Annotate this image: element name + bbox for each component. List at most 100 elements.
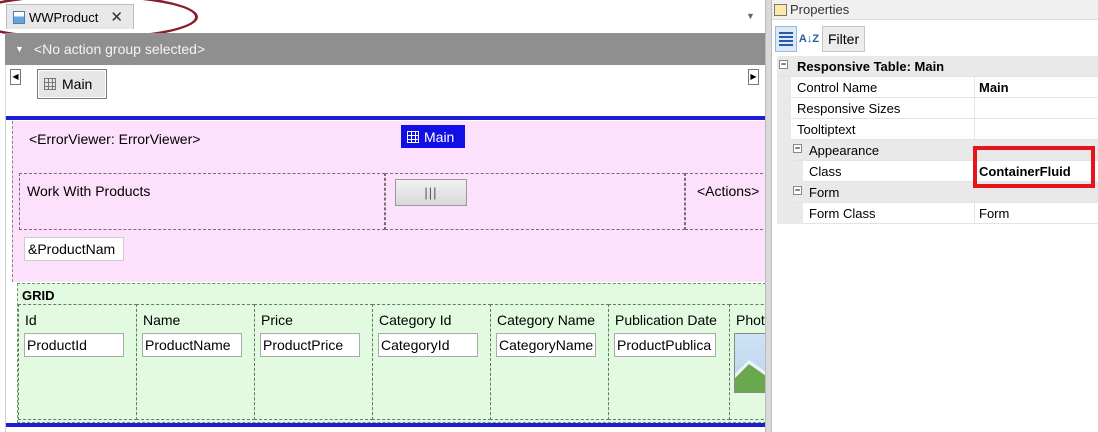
property-name: Class <box>809 164 842 179</box>
grid-column-category-id[interactable]: Category Id CategoryId <box>372 304 491 420</box>
design-canvas: <ErrorViewer: ErrorViewer> Main Work Wit… <box>5 115 768 432</box>
properties-toolbar: A↓Z Filter <box>772 24 1098 54</box>
grid-column-header: Publication Date <box>615 312 717 328</box>
row-gutter <box>777 140 791 161</box>
error-viewer-control[interactable]: <ErrorViewer: ErrorViewer> <box>29 131 200 147</box>
row-gutter <box>791 203 803 224</box>
grid-control[interactable]: GRID Id ProductId Name ProductName Price… <box>17 283 768 423</box>
grid-column-id[interactable]: Id ProductId <box>18 304 137 420</box>
grid-column-header: Photo <box>736 312 768 328</box>
grid-column-header: Id <box>25 312 37 328</box>
property-row-class[interactable]: Class ContainerFluid <box>777 161 1098 182</box>
document-tab-label: WWProduct <box>29 9 99 25</box>
grid-column-header: Category Name <box>497 312 596 328</box>
designer-pane: WWProduct ✕ ▼ ▼ <No action group selecte… <box>0 0 768 432</box>
property-name: Control Name <box>797 80 878 95</box>
selection-border-top <box>6 116 766 120</box>
column-divider <box>974 77 975 98</box>
property-name: Form Class <box>809 206 876 221</box>
actions-cell[interactable] <box>685 173 768 230</box>
responsive-table-main[interactable]: <ErrorViewer: ErrorViewer> Main Work Wit… <box>12 121 768 282</box>
title-cell[interactable] <box>19 173 385 230</box>
grid-column-field[interactable]: ProductName <box>142 333 242 357</box>
selected-table-label[interactable]: Main <box>401 125 465 148</box>
property-section-header[interactable]: − Responsive Table: Main <box>777 56 1098 77</box>
grid-column-field[interactable]: CategoryName <box>496 333 596 357</box>
row-gutter <box>777 119 791 140</box>
properties-pane: Properties A↓Z Filter − Responsive Table… <box>772 0 1098 432</box>
selected-table-name: Main <box>424 128 455 145</box>
properties-title: Properties <box>790 2 850 17</box>
property-row-control-name[interactable]: Control Name Main <box>777 77 1098 98</box>
document-tab-wwproduct[interactable]: WWProduct ✕ <box>6 4 134 29</box>
categorized-view-button[interactable] <box>775 26 797 52</box>
property-row-responsive-sizes[interactable]: Responsive Sizes <box>777 98 1098 119</box>
toolbar-button[interactable]: ||| <box>395 179 467 206</box>
row-gutter <box>777 161 791 182</box>
property-value[interactable]: Main <box>979 80 1009 95</box>
grid-column-field[interactable]: CategoryId <box>378 333 478 357</box>
grid-column-publication-date[interactable]: Publication Date ProductPublica <box>608 304 730 420</box>
property-value[interactable]: ContainerFluid <box>979 164 1071 179</box>
pane-splitter[interactable] <box>765 0 772 432</box>
property-section-title: Responsive Table: Main <box>797 59 945 74</box>
action-group-label: <No action group selected> <box>33 41 206 57</box>
scroll-left-icon[interactable]: ◀ <box>10 69 21 85</box>
grid-column-field[interactable]: ProductId <box>24 333 124 357</box>
grid-column-header: Category Id <box>379 312 452 328</box>
grid-column-header: Price <box>261 312 293 328</box>
column-divider <box>974 119 975 140</box>
grid-column-field[interactable]: ProductPrice <box>260 333 360 357</box>
property-subsection-form[interactable]: − Form <box>777 182 1098 203</box>
collapse-icon[interactable]: − <box>793 144 802 153</box>
properties-icon <box>774 3 787 16</box>
column-divider <box>974 203 975 224</box>
grid-column-category-name[interactable]: Category Name CategoryName <box>490 304 609 420</box>
property-subsection-title: Appearance <box>809 143 880 158</box>
row-gutter <box>791 161 803 182</box>
properties-titlebar: Properties <box>772 0 1098 20</box>
webpanel-file-icon <box>13 10 25 24</box>
work-with-title-text[interactable]: Work With Products <box>27 183 150 199</box>
property-value[interactable]: Form <box>979 206 1009 221</box>
grid-title: GRID <box>22 288 55 303</box>
action-group-bar[interactable]: ▼ <No action group selected> <box>5 33 765 65</box>
sort-az-icon: A↓Z <box>798 33 820 45</box>
categorized-icon <box>779 32 793 46</box>
grid-column-name[interactable]: Name ProductName <box>136 304 255 420</box>
table-icon <box>407 130 419 143</box>
document-tab-strip: WWProduct ✕ ▼ <box>0 0 768 40</box>
column-divider <box>974 161 975 182</box>
grid-column-photo[interactable]: Photo <box>729 304 768 420</box>
column-divider <box>974 98 975 119</box>
main-table-tab-label: Main <box>62 76 93 92</box>
property-name: Tooltiptext <box>797 122 856 137</box>
collapse-icon[interactable]: − <box>793 186 802 195</box>
row-gutter <box>777 182 791 203</box>
image-placeholder-icon <box>734 333 768 393</box>
selection-border-bottom <box>6 423 766 427</box>
grid-column-price[interactable]: Price ProductPrice <box>254 304 373 420</box>
product-name-filter-field[interactable]: &ProductNam <box>24 237 124 261</box>
row-gutter <box>777 98 791 119</box>
property-row-form-class[interactable]: Form Class Form <box>777 203 1098 224</box>
property-subsection-appearance[interactable]: − Appearance <box>777 140 1098 161</box>
property-subsection-title: Form <box>809 185 840 200</box>
actions-placeholder[interactable]: <Actions> <box>697 183 759 199</box>
property-name: Responsive Sizes <box>797 101 901 116</box>
close-icon[interactable]: ✕ <box>110 8 123 26</box>
header-row: Work With Products ||| <Actions> <box>19 173 768 230</box>
row-gutter <box>777 77 791 98</box>
grid-column-field[interactable]: ProductPublica <box>614 333 716 357</box>
grid-column-header: Name <box>143 312 181 328</box>
filter-button[interactable]: Filter <box>822 26 866 52</box>
property-row-tooltiptext[interactable]: Tooltiptext <box>777 119 1098 140</box>
layout-tab-row: ◀ Main ▶ <box>5 65 765 115</box>
alphabetical-sort-button[interactable]: A↓Z <box>797 26 821 52</box>
dropdown-arrow-icon[interactable]: ▼ <box>15 44 24 54</box>
collapse-icon[interactable]: − <box>779 60 788 69</box>
property-grid: − Responsive Table: Main Control Name Ma… <box>777 56 1098 224</box>
main-table-tab[interactable]: Main <box>37 69 107 99</box>
tab-list-dropdown-icon[interactable]: ▼ <box>746 11 755 21</box>
scroll-right-icon[interactable]: ▶ <box>748 69 759 85</box>
